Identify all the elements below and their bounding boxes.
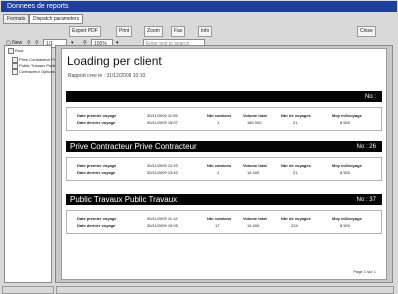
section-count: No : 37 bbox=[356, 197, 376, 203]
first-trip-date: 30/11/2009 11:12 bbox=[147, 216, 178, 221]
export-pdf-button[interactable]: Export PDF bbox=[69, 26, 101, 37]
report-subtitle: Rapport cree le : 31/12/2009 10:10 bbox=[68, 73, 146, 79]
report-title: Loading per client bbox=[67, 54, 162, 68]
volume-value: 14 400 bbox=[247, 223, 260, 228]
volume-header: Volume total bbox=[243, 163, 267, 168]
tree-item-root[interactable]: Root bbox=[8, 48, 23, 54]
page-indicator: Page 1 sur 1 bbox=[353, 269, 376, 274]
info-button[interactable]: Info bbox=[198, 26, 213, 37]
trips-value: 21 bbox=[293, 170, 298, 175]
last-trip-date: 30/11/2009 19:05 bbox=[147, 223, 178, 228]
section-details: Date premier voyage 30/11/2009 11:05 Dat… bbox=[66, 107, 382, 131]
section-header: Prive Contracteur Prive Contracteur No :… bbox=[66, 141, 382, 152]
status-panel bbox=[2, 286, 54, 294]
volume-header: Volume total bbox=[243, 216, 267, 221]
section-title: Prive Contracteur Prive Contracteur bbox=[70, 142, 197, 151]
avg-header: Moy m3/voyage bbox=[332, 163, 362, 168]
trucks-header: Nbr camions bbox=[207, 216, 232, 221]
section-header: No : bbox=[66, 91, 382, 102]
trips-value: 21 bbox=[293, 120, 298, 125]
first-trip-date: 30/11/2009 12:20 bbox=[147, 163, 178, 168]
trips-value: 224 bbox=[291, 223, 298, 228]
section-details: Date premier voyage 30/11/2009 11:12 Dat… bbox=[66, 210, 382, 234]
folder-icon bbox=[8, 48, 14, 54]
first-trip-date: 30/11/2009 11:05 bbox=[147, 113, 178, 118]
section-count: No : 26 bbox=[356, 144, 376, 150]
horizontal-scrollbar[interactable] bbox=[56, 286, 394, 294]
document-icon bbox=[12, 69, 18, 75]
section-details: Date premier voyage 30/11/2009 12:20 Dat… bbox=[66, 157, 382, 181]
trucks-value: 1 bbox=[217, 120, 220, 125]
tree-item-label: Public Travaux Public bbox=[19, 63, 58, 69]
trucks-value: 1 bbox=[217, 170, 220, 175]
first-trip-label: Date premier voyage bbox=[77, 163, 117, 168]
avg-value: 8 500 bbox=[340, 170, 351, 175]
status-bar bbox=[0, 284, 398, 294]
window-title: Donnees de reports bbox=[7, 3, 69, 10]
volume-header: Volume total bbox=[243, 113, 267, 118]
last-trip-date: 30/11/2009 13:40 bbox=[147, 170, 178, 175]
fax-button[interactable]: Fax bbox=[171, 26, 186, 37]
title-bar: Donnees de reports bbox=[1, 1, 397, 12]
tab-row: Formats Dispatch parameters bbox=[3, 14, 395, 24]
first-trip-label: Date premier voyage bbox=[77, 113, 117, 118]
tree-item-options[interactable]: Contracteur Options bbox=[12, 69, 55, 75]
toolbar: Export PDF Print Zoom Fax Info Close bbox=[3, 25, 395, 37]
avg-value: 8 500 bbox=[340, 120, 351, 125]
trips-header: Nbr de voyages bbox=[281, 216, 311, 221]
trips-header: Nbr de voyages bbox=[281, 163, 311, 168]
trucks-header: Nbr camions bbox=[207, 113, 232, 118]
avg-header: Moy m3/voyage bbox=[332, 216, 362, 221]
volume-value: 14 400 bbox=[247, 170, 260, 175]
report-tree: Root Prive Contracteur Prive Public Trav… bbox=[4, 45, 60, 283]
trucks-value: 17 bbox=[215, 223, 220, 228]
section-header: Public Travaux Public Travaux No : 37 bbox=[66, 194, 382, 205]
last-trip-label: Date dernier voyage bbox=[77, 223, 116, 228]
zoom-button[interactable]: Zoom bbox=[144, 26, 163, 37]
last-trip-date: 30/11/2009 15:07 bbox=[147, 120, 178, 125]
report-page: Loading per client Rapport cree le : 31/… bbox=[61, 48, 387, 280]
avg-header: Moy m3/voyage bbox=[332, 113, 362, 118]
section-count: No : bbox=[364, 94, 376, 100]
tab-dispatch-parameters[interactable]: Dispatch parameters bbox=[29, 14, 84, 24]
section-title: Public Travaux Public Travaux bbox=[70, 195, 178, 204]
close-button[interactable]: Close bbox=[357, 26, 376, 37]
first-trip-label: Date premier voyage bbox=[77, 216, 117, 221]
tree-item-label: Contracteur Options bbox=[19, 69, 55, 75]
last-trip-label: Date dernier voyage bbox=[77, 120, 116, 125]
report-viewer-window: Donnees de reports Formats Dispatch para… bbox=[0, 0, 398, 294]
trucks-header: Nbr camions bbox=[207, 163, 232, 168]
tab-formats[interactable]: Formats bbox=[3, 14, 30, 24]
volume-value: 180 000 bbox=[247, 120, 262, 125]
trips-header: Nbr de voyages bbox=[281, 113, 311, 118]
last-trip-label: Date dernier voyage bbox=[77, 170, 116, 175]
avg-value: 8 500 bbox=[340, 223, 351, 228]
tree-item-label: Root bbox=[15, 48, 24, 54]
print-button[interactable]: Print bbox=[116, 26, 133, 37]
